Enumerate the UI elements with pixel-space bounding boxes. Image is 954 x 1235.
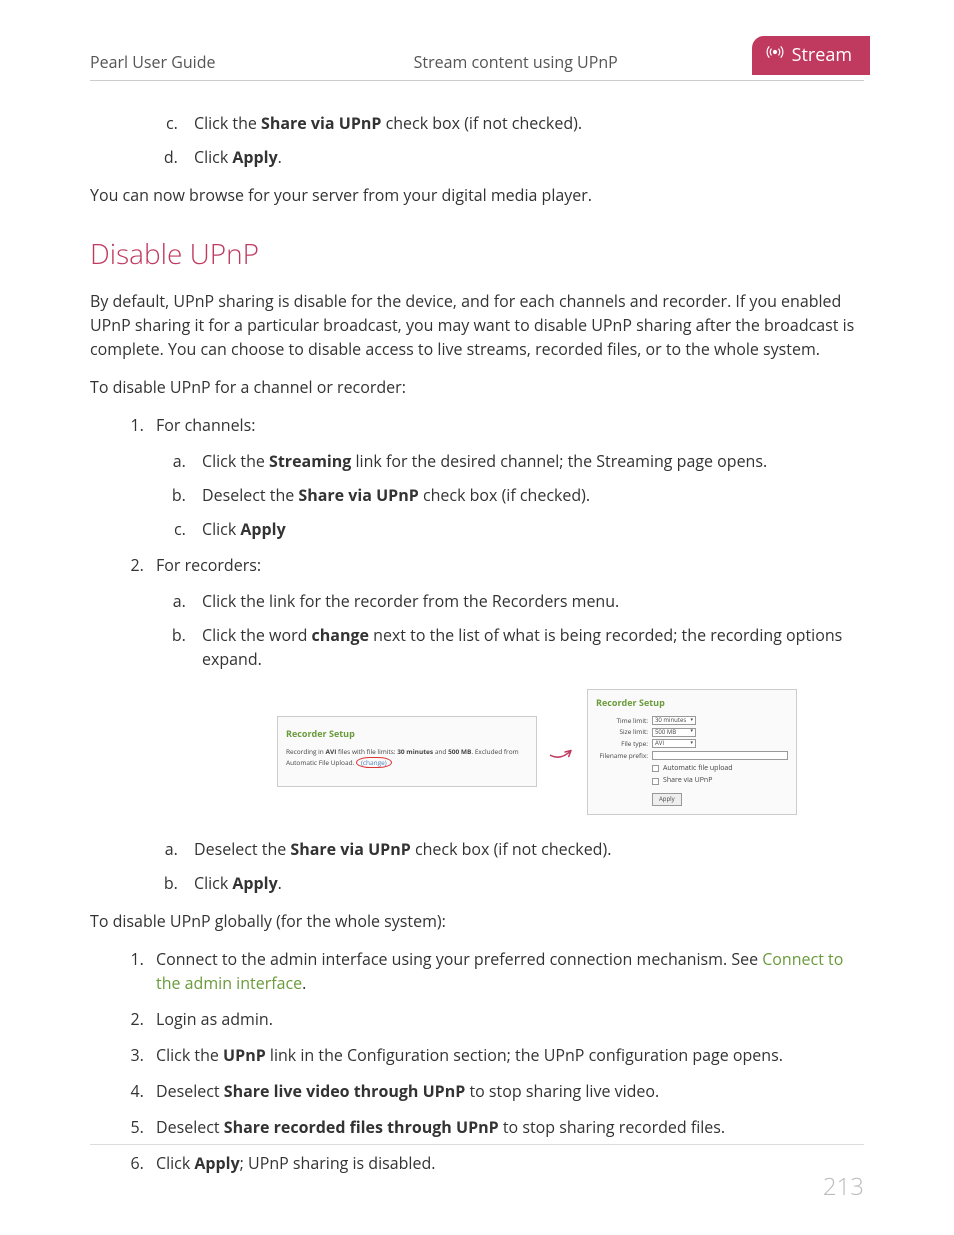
- list-item: Click Apply; UPnP sharing is disabled.: [148, 1151, 864, 1175]
- share-upnp-label: Share via UPnP: [663, 776, 712, 787]
- time-limit-select[interactable]: 30 minutes: [652, 716, 696, 725]
- alpha-sublist: Click the Streaming link for the desired…: [190, 449, 864, 541]
- auto-upload-label: Automatic file upload: [663, 764, 733, 775]
- section-heading: Disable UPnP: [90, 233, 864, 275]
- body-text: To disable UPnP globally (for the whole …: [90, 909, 864, 933]
- list-item: Connect to the admin interface using you…: [148, 947, 864, 995]
- page-number: 213: [823, 1169, 864, 1205]
- auto-upload-checkbox[interactable]: [652, 765, 659, 772]
- size-limit-select[interactable]: 500 MB: [652, 728, 696, 737]
- stream-tab: Stream: [752, 36, 870, 75]
- list-item: Login as admin.: [148, 1007, 864, 1031]
- stream-tab-label: Stream: [792, 42, 852, 69]
- alpha-sublist: Deselect the Share via UPnP check box (i…: [182, 837, 864, 895]
- body-text: You can now browse for your server from …: [90, 183, 864, 207]
- panel-title: Recorder Setup: [286, 727, 528, 741]
- alpha-sublist: Click the link for the recorder from the…: [190, 589, 864, 671]
- body-text: To disable UPnP for a channel or recorde…: [90, 375, 864, 399]
- file-type-label: File type:: [596, 739, 648, 749]
- page-content: Click the Share via UPnP check box (if n…: [90, 111, 864, 1175]
- recorder-setup-figure: Recorder Setup Recording in AVI files wi…: [210, 689, 864, 815]
- list-item: Deselect the Share via UPnP check box (i…: [182, 837, 864, 861]
- list-item: Click the UPnP link in the Configuration…: [148, 1043, 864, 1067]
- size-limit-label: Size limit:: [596, 727, 648, 737]
- file-type-select[interactable]: AVI: [652, 739, 696, 748]
- page-header: Pearl User Guide Stream content using UP…: [90, 50, 864, 81]
- list-item: Click the Share via UPnP check box (if n…: [182, 111, 864, 135]
- apply-button[interactable]: Apply: [652, 793, 682, 806]
- header-left: Pearl User Guide: [90, 50, 215, 74]
- list-item: Deselect Share recorded files through UP…: [148, 1115, 864, 1139]
- list-item: For recorders: Click the link for the re…: [148, 553, 864, 671]
- change-link[interactable]: (change): [356, 757, 392, 769]
- list-item: Click Apply.: [182, 145, 864, 169]
- list-item: Click Apply: [190, 517, 864, 541]
- broadcast-icon: [766, 42, 784, 69]
- numbered-list: Connect to the admin interface using you…: [148, 947, 864, 1175]
- body-text: By default, UPnP sharing is disable for …: [90, 289, 864, 361]
- continued-alpha-list: Click the Share via UPnP check box (if n…: [182, 111, 864, 169]
- list-item: Click the word change next to the list o…: [190, 623, 864, 671]
- panel-title: Recorder Setup: [596, 696, 788, 710]
- filename-prefix-input[interactable]: [652, 751, 788, 760]
- list-item: Click Apply.: [182, 871, 864, 895]
- list-item: Deselect the Share via UPnP check box (i…: [190, 483, 864, 507]
- panel-description: Recording in AVI files with file limits:…: [286, 747, 528, 769]
- recorder-setup-expanded-panel: Recorder Setup Time limit: 30 minutes Si…: [587, 689, 797, 815]
- list-item: Click the link for the recorder from the…: [190, 589, 864, 613]
- list-item: Click the Streaming link for the desired…: [190, 449, 864, 473]
- filename-prefix-label: Filename prefix:: [596, 751, 648, 761]
- footer-divider: [90, 1144, 864, 1145]
- list-item: Deselect Share live video through UPnP t…: [148, 1079, 864, 1103]
- list-item: For channels: Click the Streaming link f…: [148, 413, 864, 541]
- share-upnp-checkbox[interactable]: [652, 778, 659, 785]
- arrow-icon: [547, 734, 577, 770]
- recorder-setup-collapsed-panel: Recorder Setup Recording in AVI files wi…: [277, 716, 537, 787]
- time-limit-label: Time limit:: [596, 716, 648, 726]
- numbered-list: For channels: Click the Streaming link f…: [148, 413, 864, 671]
- header-center: Stream content using UPnP: [414, 50, 618, 74]
